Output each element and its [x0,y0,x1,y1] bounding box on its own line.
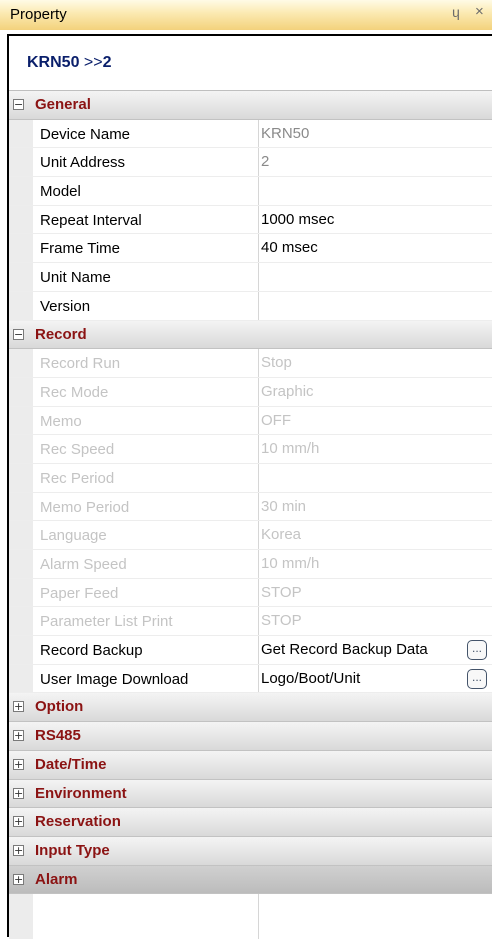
category-label: Record [35,325,87,343]
collapse-icon[interactable]: − [13,328,24,340]
expand-icon[interactable]: + [13,816,24,828]
property-row-frame-time[interactable]: Frame Time 40 msec [9,234,492,264]
property-value: 10 mm/h [261,555,320,572]
property-name: Version [40,297,91,315]
category-alarm[interactable]: + Alarm [9,865,492,895]
property-name: Frame Time [40,240,121,258]
property-value: Logo/Boot/Unit [261,669,361,687]
close-icon[interactable]: × [475,3,484,20]
property-value: Stop [261,354,292,372]
category-label: Date/Time [35,755,107,773]
property-row-repeat-interval[interactable]: Repeat Interval 1000 msec [9,206,492,235]
property-row-rec-speed: Rec Speed 10 mm/h [9,435,492,464]
selected-object-header: KRN50 >>2 [9,36,492,91]
property-panel: KRN50 >>2 − General Device Name KRN50 Un… [7,34,492,939]
header-device: KRN50 [27,54,80,71]
category-date-time[interactable]: + Date/Time [9,750,492,780]
property-row-record-run: Record Run Stop [9,349,492,378]
property-row-memo: Memo OFF [9,407,492,436]
property-row-parameter-list-print: Parameter List Print STOP [9,607,492,637]
property-name: Repeat Interval [40,211,142,229]
property-name: Rec Period [40,469,115,487]
property-grid: − General Device Name KRN50 Unit Address… [9,91,492,895]
property-row-alarm-speed: Alarm Speed 10 mm/h [9,550,492,579]
property-value: STOP [261,612,302,630]
property-name: Device Name [40,125,131,143]
property-name: Record Run [40,355,121,373]
property-name: Language [40,527,107,545]
category-label: Reservation [35,813,121,831]
expand-icon[interactable]: + [13,873,24,885]
property-name: Model [40,183,81,201]
property-value: 30 min [261,497,307,515]
expand-icon[interactable]: + [13,758,24,770]
expand-icon[interactable]: + [13,701,24,713]
property-value: OFF [261,411,291,429]
expand-icon[interactable]: + [13,730,24,742]
property-value: STOP [261,583,302,601]
category-label: Input Type [35,841,110,859]
collapse-icon[interactable]: − [13,99,24,110]
property-value[interactable]: 1000 msec [261,211,334,228]
property-row-device-name[interactable]: Device Name KRN50 [9,120,492,149]
panel-title: Property [10,6,67,23]
property-name: Memo Period [40,498,130,516]
property-row-unit-address[interactable]: Unit Address 2 [9,148,492,178]
property-name: Rec Speed [40,441,115,459]
category-label: Option [35,698,84,716]
property-name: Unit Address [40,154,126,172]
property-row-rec-period: Rec Period [9,464,492,493]
property-row-model[interactable]: Model [9,177,492,206]
property-name: Paper Feed [40,584,119,602]
property-name: Record Backup [40,642,143,660]
property-row-unit-name[interactable]: Unit Name [9,263,492,292]
header-unit: 2 [102,54,112,71]
category-label: RS485 [35,727,81,745]
property-row-memo-period: Memo Period 30 min [9,493,492,522]
property-value: 2 [261,153,270,171]
selected-object-label: KRN50 >>2 [27,54,112,72]
category-environment[interactable]: + Environment [9,779,492,809]
ellipsis-button[interactable]: ... [467,668,487,689]
property-value: 10 mm/h [261,440,320,458]
property-row-paper-feed: Paper Feed STOP [9,579,492,608]
category-label: General [35,96,91,113]
property-value: KRN50 [261,124,310,142]
property-row-version[interactable]: Version [9,292,492,321]
property-name: User Image Download [40,670,189,688]
category-reservation[interactable]: + Reservation [9,808,492,837]
property-value[interactable]: 40 msec [261,239,318,256]
property-row-user-image-download[interactable]: User Image Download Logo/Boot/Unit ... [9,665,492,694]
category-record[interactable]: − Record [9,320,492,350]
header-separator: >> [83,54,103,71]
property-value: Get Record Backup Data [261,641,428,659]
category-rs485[interactable]: + RS485 [9,722,492,751]
category-label: Alarm [35,870,78,888]
category-general[interactable]: − General [9,91,492,120]
property-name: Alarm Speed [40,556,127,573]
property-name: Parameter List Print [40,613,173,631]
pin-icon[interactable]: ɥ [452,4,460,20]
expand-icon[interactable]: + [13,844,24,856]
ellipsis-button[interactable]: ... [467,640,487,661]
category-input-type[interactable]: + Input Type [9,836,492,866]
property-value: Graphic [261,382,314,400]
property-name: Memo [40,412,82,430]
property-name: Rec Mode [40,383,109,401]
property-row-language: Language Korea [9,521,492,550]
panel-titlebar: Property ɥ × [0,0,492,30]
property-row-rec-mode: Rec Mode Graphic [9,378,492,407]
category-option[interactable]: + Option [9,693,492,723]
property-value: Korea [261,526,302,544]
expand-icon[interactable]: + [13,787,24,799]
property-name: Unit Name [40,269,111,287]
category-label: Environment [35,784,127,802]
property-row-record-backup[interactable]: Record Backup Get Record Backup Data ... [9,636,492,665]
